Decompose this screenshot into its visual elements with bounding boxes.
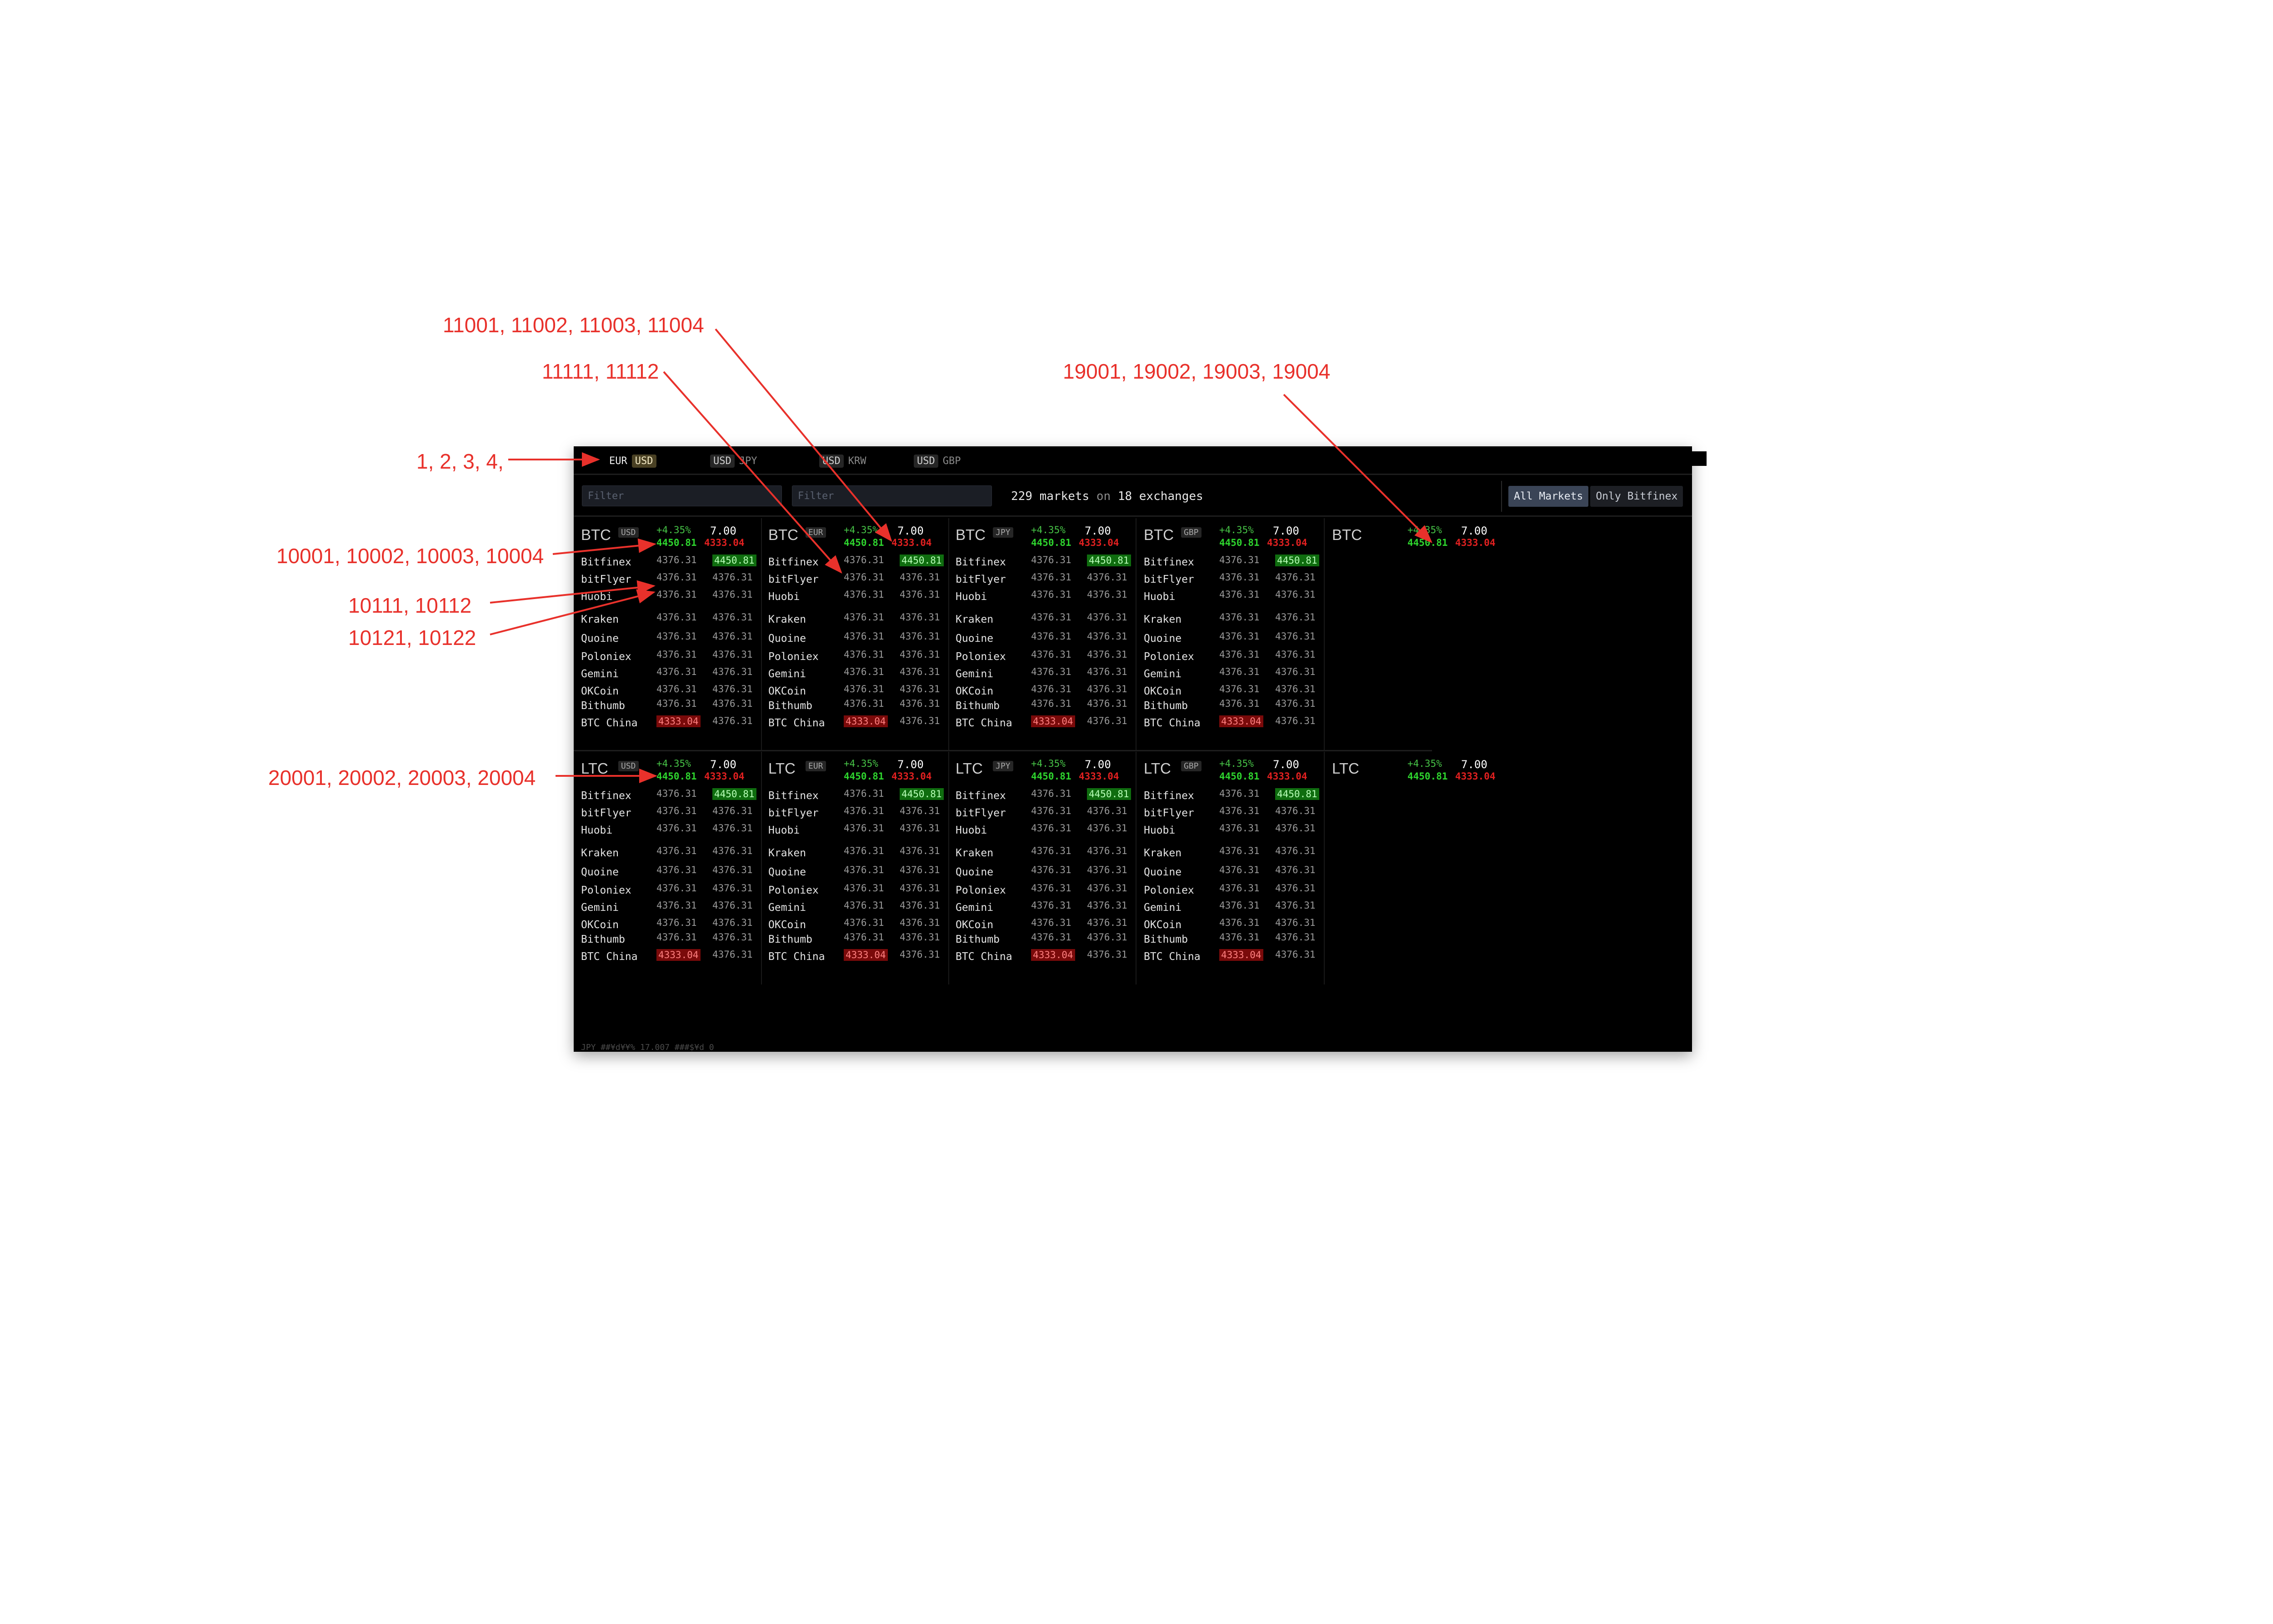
annotation-arrows (490, 328, 1432, 783)
annotation-arrow (552, 538, 656, 555)
annotation-arrow (715, 328, 892, 542)
annotation-arrow (490, 589, 656, 635)
annotation-arrow (490, 580, 656, 604)
annotation-arrow (1283, 394, 1432, 543)
annotation-arrow (663, 371, 842, 574)
